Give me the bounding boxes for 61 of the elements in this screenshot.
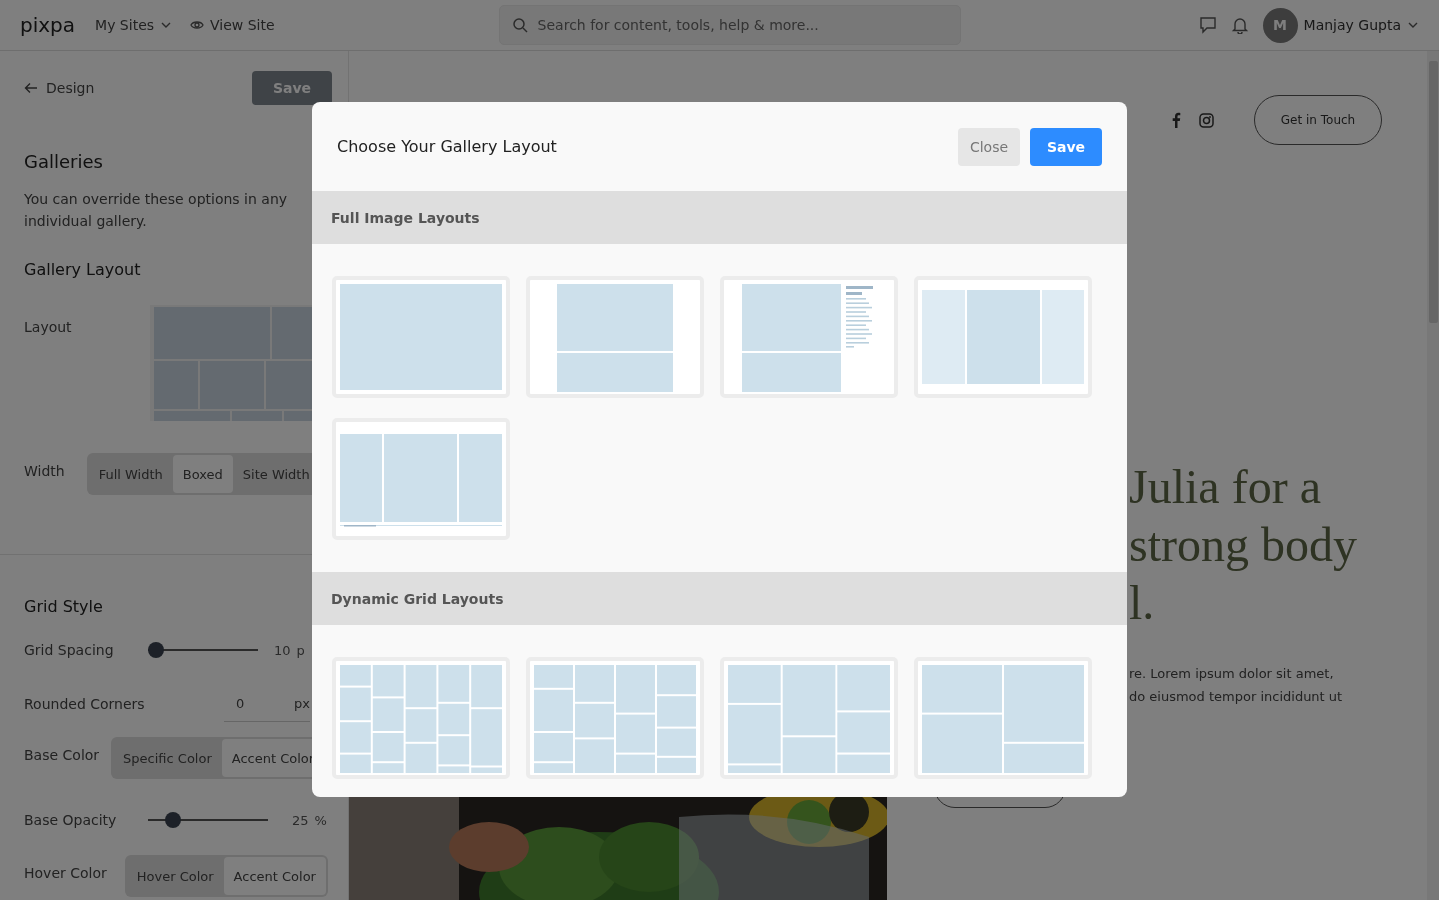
field-label: Base Opacity bbox=[24, 812, 118, 828]
eye-icon bbox=[190, 20, 205, 30]
scrollbar[interactable] bbox=[1427, 51, 1439, 900]
save-button[interactable]: Save bbox=[252, 71, 332, 105]
layout-thumbnail[interactable] bbox=[914, 276, 1092, 398]
arrow-left-icon bbox=[24, 82, 38, 94]
section-title: Full Image Layouts bbox=[331, 209, 480, 226]
layout-thumbnail[interactable] bbox=[526, 276, 704, 398]
search-bar[interactable]: Search for content, tools, help & more... bbox=[498, 5, 961, 45]
segment-option[interactable]: Boxed bbox=[172, 455, 233, 493]
section-title: Dynamic Grid Layouts bbox=[331, 590, 504, 607]
search-icon bbox=[511, 17, 528, 33]
back-link[interactable]: Design bbox=[24, 80, 95, 96]
instagram-icon[interactable] bbox=[1199, 112, 1214, 128]
chat-icon[interactable] bbox=[1198, 16, 1217, 34]
segment-option[interactable]: Accent Color bbox=[223, 857, 326, 895]
field-label: Base Color bbox=[24, 747, 100, 763]
search-field[interactable]: Search for content, tools, help & more... bbox=[535, 16, 948, 34]
contact-button[interactable]: Get in Touch bbox=[1254, 95, 1382, 145]
section-heading: Gallery Layout bbox=[24, 260, 142, 279]
slider-thumb[interactable] bbox=[147, 642, 164, 658]
layout-thumbnail[interactable] bbox=[332, 657, 510, 779]
avatar: M bbox=[1262, 7, 1298, 43]
logo: pixpa bbox=[20, 13, 76, 37]
segment-option[interactable]: Hover Color bbox=[126, 857, 224, 895]
description: You can override these options in any individual gallery. bbox=[24, 190, 289, 231]
segment-option[interactable]: Full Width bbox=[88, 455, 173, 493]
field-label: Grid Spacing bbox=[24, 642, 115, 658]
view-site-link[interactable]: View Site bbox=[190, 17, 275, 33]
heading-line: strong body bbox=[1129, 517, 1357, 573]
heading-line: l. bbox=[1129, 575, 1156, 631]
sites-menu[interactable]: My Sites bbox=[95, 17, 173, 33]
layout-thumbnail[interactable] bbox=[720, 657, 898, 779]
slider-value: 25 bbox=[292, 812, 309, 828]
save-button[interactable]: Save bbox=[1030, 127, 1102, 166]
body-text: do eiusmod tempor incididunt ut bbox=[1129, 688, 1344, 706]
number-field[interactable]: 0 px bbox=[224, 686, 310, 722]
unit-label: p bbox=[296, 642, 305, 658]
unit-label: % bbox=[314, 812, 327, 828]
notification-icon[interactable] bbox=[1230, 16, 1249, 34]
field-label: Width bbox=[24, 463, 65, 479]
segment-option[interactable]: Site Width bbox=[232, 455, 320, 493]
modal-title: Choose Your Gallery Layout bbox=[337, 137, 558, 156]
heading-line: Julia for a bbox=[1129, 459, 1322, 515]
unit-label: px bbox=[294, 696, 310, 711]
slider-thumb[interactable] bbox=[165, 812, 182, 828]
facebook-icon[interactable] bbox=[1171, 112, 1181, 128]
field-label: Layout bbox=[24, 319, 72, 335]
section-title: Galleries bbox=[24, 151, 104, 172]
layout-thumbnail[interactable] bbox=[914, 657, 1092, 779]
slider-value: 10 bbox=[274, 642, 291, 658]
segment-option[interactable]: Specific Color bbox=[113, 739, 222, 777]
body-text: re. Lorem ipsum dolor sit amet, bbox=[1129, 665, 1335, 683]
user-menu[interactable]: M Manjay Gupta bbox=[1262, 7, 1419, 43]
field-label: Rounded Corners bbox=[24, 696, 146, 712]
close-button[interactable]: Close bbox=[958, 127, 1020, 166]
layout-thumbnail[interactable] bbox=[526, 657, 704, 779]
layout-thumbnail[interactable] bbox=[332, 418, 510, 540]
layout-thumbnail[interactable] bbox=[720, 276, 898, 398]
layout-thumbnail[interactable] bbox=[332, 276, 510, 398]
field-label: Hover Color bbox=[24, 865, 107, 881]
